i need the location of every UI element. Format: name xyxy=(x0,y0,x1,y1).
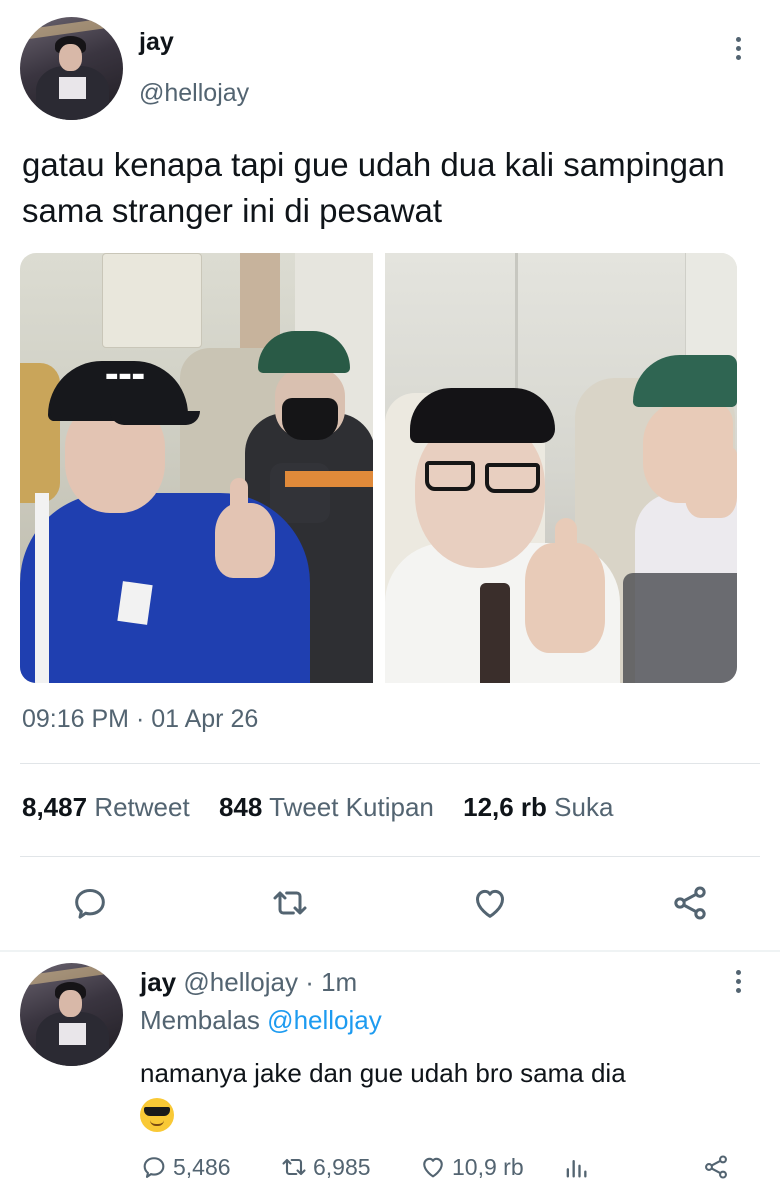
quote-count: 848 xyxy=(218,792,263,822)
reply-more-options-icon[interactable] xyxy=(733,970,743,997)
more-options-icon[interactable] xyxy=(733,37,743,64)
like-icon xyxy=(423,1157,443,1178)
analytics-icon xyxy=(566,1160,587,1178)
divider xyxy=(20,763,760,764)
tweet-text: gatau kenapa tapi gue udah dua kali samp… xyxy=(22,146,725,229)
reply-reply-count: 5,486 xyxy=(173,1153,231,1180)
reply-like-button[interactable]: 10,9 rb xyxy=(419,1151,524,1183)
avatar[interactable] xyxy=(20,17,123,120)
retweet-icon xyxy=(282,1158,306,1176)
quote-label: Tweet Kutipan xyxy=(269,792,434,822)
reply-icon xyxy=(143,1157,165,1178)
like-count: 12,6 rb xyxy=(463,792,547,822)
reply-retweet-count: 6,985 xyxy=(313,1153,371,1180)
replying-to: Membalas @hellojay xyxy=(140,1005,382,1036)
tweet-stats: 8,487 Retweet 848 Tweet Kutipan 12,6 rb … xyxy=(22,792,635,823)
reply-reply-button[interactable]: 5,486 xyxy=(140,1151,231,1183)
reply-text: namanya jake dan gue udah bro sama dia xyxy=(140,1053,750,1133)
like-stat[interactable]: 12,6 rb Suka xyxy=(463,792,613,822)
like-label: Suka xyxy=(554,792,614,822)
reply-retweet-button[interactable]: 6,985 xyxy=(280,1151,371,1183)
reply-text-content: namanya jake dan gue udah bro sama dia xyxy=(140,1058,626,1088)
divider xyxy=(20,856,760,857)
like-icon[interactable] xyxy=(470,883,510,923)
reply-analytics-button[interactable] xyxy=(562,1151,595,1183)
author-name[interactable]: jay xyxy=(139,28,174,57)
main-tweet: jay @hellojay gatau kenapa tapi gue udah… xyxy=(0,0,780,952)
retweet-label: Retweet xyxy=(94,792,190,822)
photo-right[interactable] xyxy=(385,253,737,683)
reply-share-button[interactable] xyxy=(702,1151,735,1183)
reply-time[interactable]: · 1m xyxy=(305,967,357,997)
share-icon xyxy=(705,1155,727,1179)
sunglasses-emoji-icon xyxy=(140,1098,174,1133)
photo-left[interactable]: ▬▬▬ xyxy=(20,253,373,683)
reply-like-count: 10,9 rb xyxy=(452,1153,524,1180)
share-icon[interactable] xyxy=(670,883,710,923)
divider xyxy=(0,950,780,952)
reply-icon[interactable] xyxy=(70,883,110,923)
retweet-stat[interactable]: 8,487 Retweet xyxy=(22,792,190,822)
retweet-icon[interactable] xyxy=(270,883,310,923)
replying-to-link[interactable]: @hellojay xyxy=(267,1005,382,1035)
reply-author-name[interactable]: jay xyxy=(140,967,176,997)
quote-stat[interactable]: 848 Tweet Kutipan xyxy=(219,792,434,822)
tweet-timestamp[interactable]: 09:16 PM · 01 Apr 26 xyxy=(22,705,258,734)
reply-author-handle[interactable]: @hellojay xyxy=(183,967,298,997)
tweet-media[interactable]: ▬▬▬ xyxy=(20,253,737,683)
reply-header: jay @hellojay · 1m xyxy=(140,967,357,998)
author-handle[interactable]: @hellojay xyxy=(139,79,249,108)
retweet-count: 8,487 xyxy=(22,792,88,822)
replying-prefix: Membalas xyxy=(140,1005,260,1035)
reply-avatar[interactable] xyxy=(20,963,123,1066)
